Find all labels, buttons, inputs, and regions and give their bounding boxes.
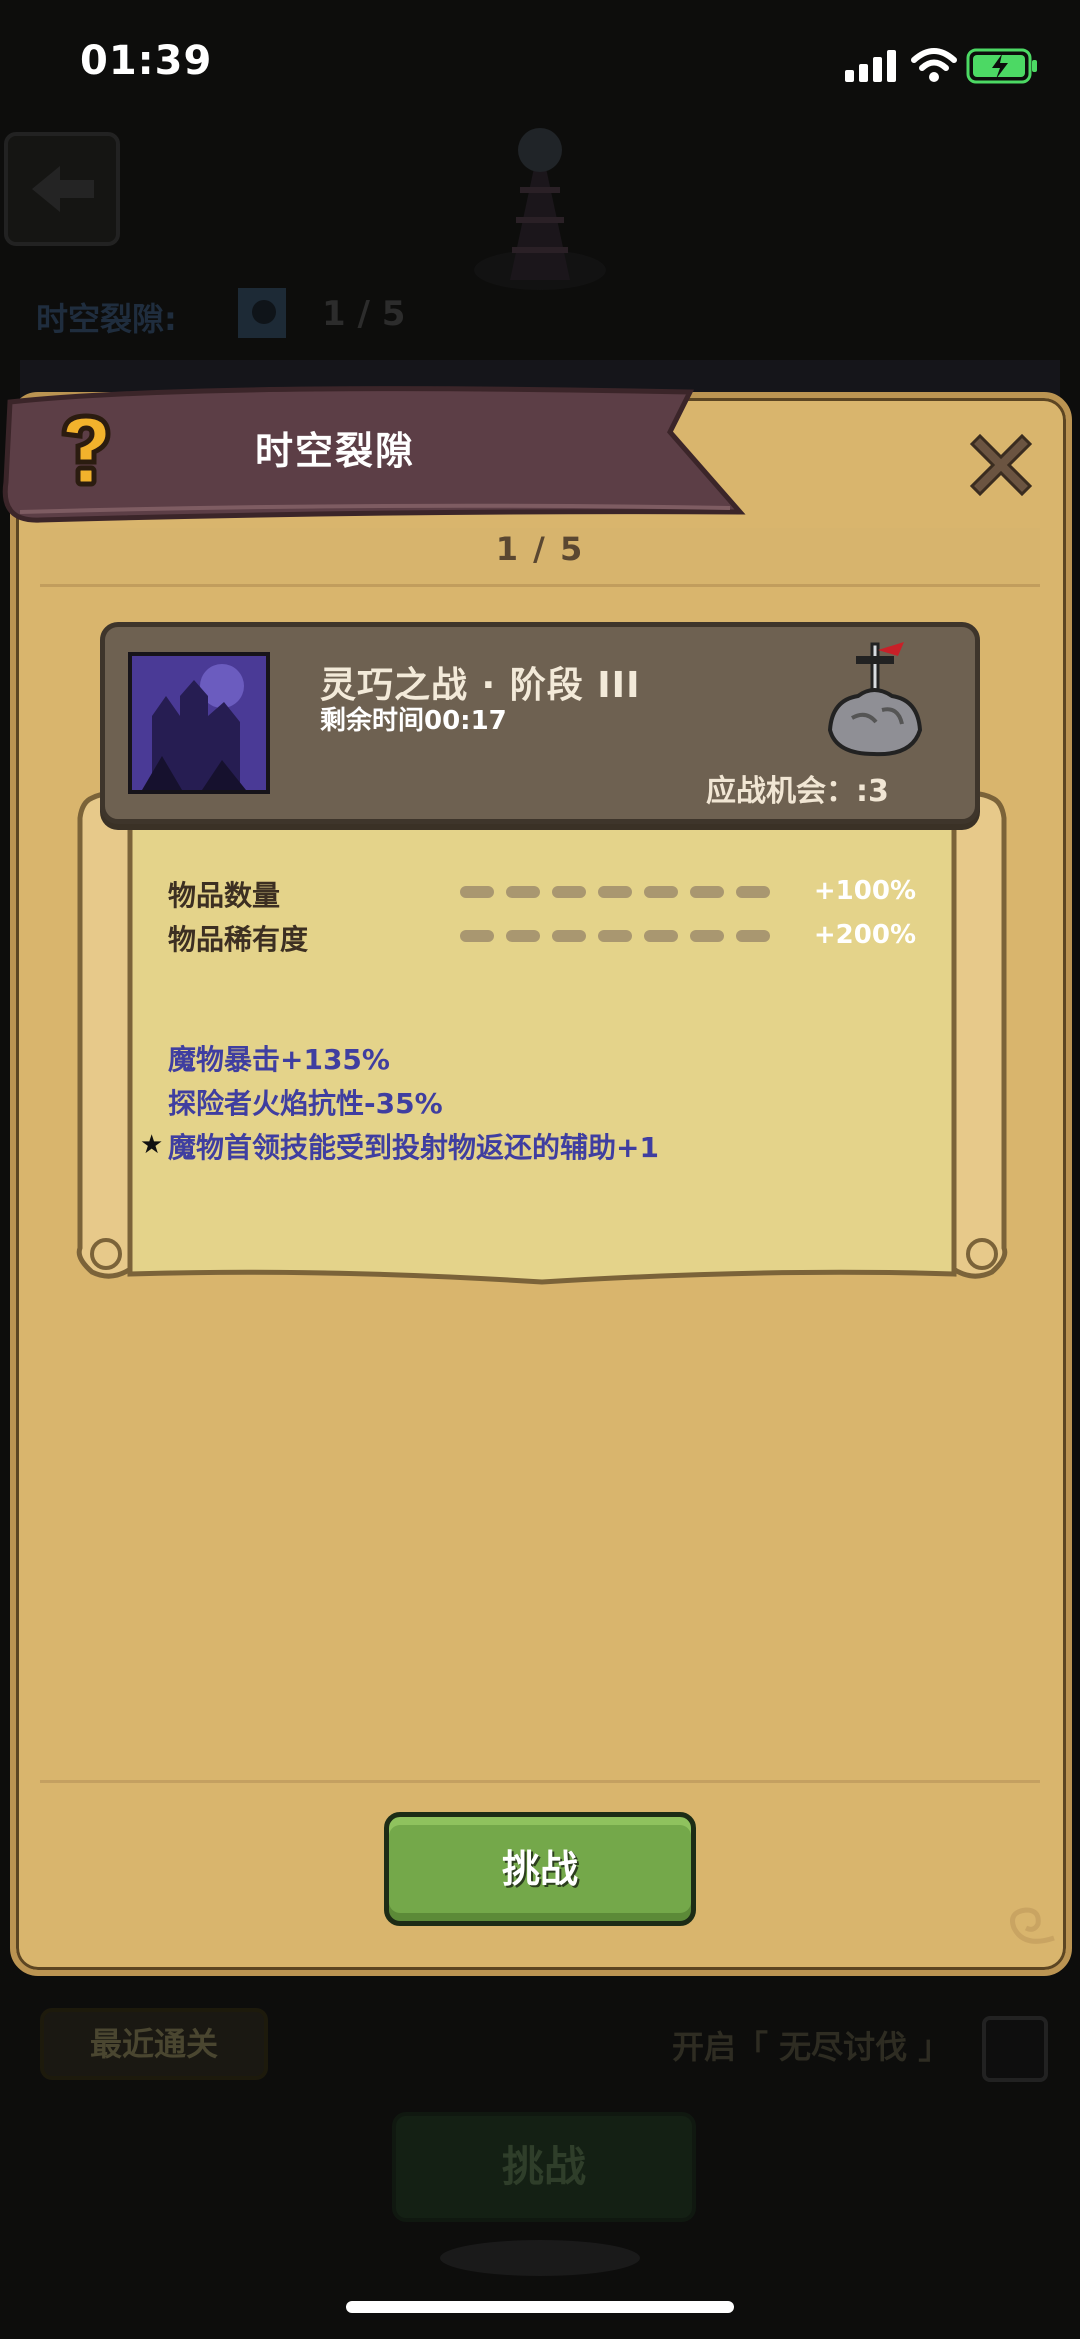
background-challenge-button[interactable]: 挑战 — [392, 2112, 696, 2222]
home-indicator[interactable] — [346, 2301, 734, 2313]
recent-clear-button[interactable]: 最近通关 — [40, 2008, 268, 2080]
sword-in-stone-icon — [827, 642, 923, 757]
endless-hunt-checkbox[interactable] — [982, 2016, 1048, 2082]
stat-value-item-quantity: +100% — [813, 876, 916, 906]
challenge-button-label: 挑战 — [501, 1847, 578, 1891]
modal-counter: 1 / 5 — [495, 530, 585, 568]
back-button[interactable] — [4, 132, 120, 246]
background-rift-count: 1 / 5 — [322, 294, 406, 334]
modifier-line: 魔物首领技能受到投射物返还的辅助+1 — [168, 1131, 659, 1164]
stage-thumbnail — [128, 652, 270, 794]
tower-icon — [474, 128, 606, 290]
endless-hunt-label: 开启「 无尽讨伐 」 — [672, 2028, 951, 2066]
help-icon[interactable] — [50, 410, 120, 488]
signal-icon — [845, 50, 896, 82]
stat-dashes — [460, 926, 770, 946]
stat-dashes — [460, 882, 770, 902]
battery-icon — [966, 48, 1037, 84]
back-arrow-icon — [32, 166, 94, 212]
bottom-ornament — [440, 2240, 640, 2276]
stat-label-item-quantity: 物品数量 — [168, 879, 281, 912]
battle-chances: 应战机会：:3 — [706, 774, 889, 809]
ghost-icon — [238, 288, 286, 338]
stat-label-item-rarity: 物品稀有度 — [168, 923, 309, 956]
modifier-line: 魔物暴击+135% — [168, 1043, 390, 1076]
close-icon[interactable] — [962, 426, 1040, 504]
status-time: 01:39 — [80, 38, 213, 84]
stage-time-remaining: 剩余时间00:17 — [320, 706, 507, 736]
swirl-ornament-icon — [1010, 1907, 1055, 1944]
modal-title: 时空裂隙 — [255, 429, 416, 473]
footer-divider — [40, 1780, 1040, 1783]
background-rift-label: 时空裂隙: — [36, 300, 177, 338]
star-icon: ★ — [140, 1130, 164, 1160]
stat-value-item-rarity: +200% — [813, 920, 916, 950]
modifier-line: 探险者火焰抗性-35% — [168, 1087, 443, 1120]
wifi-icon — [911, 48, 957, 82]
